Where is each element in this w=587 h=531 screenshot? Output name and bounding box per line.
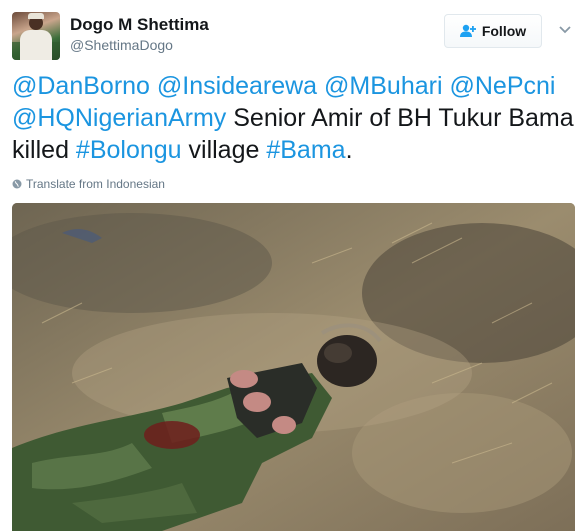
follow-button[interactable]: Follow	[444, 14, 542, 48]
tweet-text-segment	[317, 72, 324, 100]
tweet-header: Dogo M Shettima @ShettimaDogo Follow	[12, 12, 575, 60]
mention-link[interactable]: @DanBorno	[12, 72, 150, 100]
tweet-text: @DanBorno @Insidearewa @MBuhari @NePcni …	[12, 70, 577, 166]
user-handle[interactable]: @ShettimaDogo	[70, 37, 173, 53]
mention-link[interactable]: @NePcni	[449, 72, 555, 100]
tweet-photo[interactable]	[12, 203, 575, 531]
follow-label: Follow	[481, 23, 527, 39]
hashtag-link[interactable]: #Bolongu	[76, 136, 182, 164]
translate-label: Translate from Indonesian	[26, 177, 165, 191]
tweet-text-segment: .	[345, 136, 353, 164]
photo-image	[12, 203, 575, 531]
add-user-icon	[459, 24, 476, 37]
hashtag-link[interactable]: #Bama	[266, 136, 345, 164]
mention-link[interactable]: @MBuhari	[324, 72, 442, 100]
globe-icon	[12, 179, 22, 189]
tweet-text-segment	[150, 72, 157, 100]
mention-link[interactable]: @HQNigerianArmy	[12, 104, 226, 132]
chevron-down-icon[interactable]	[558, 22, 572, 36]
mention-link[interactable]: @Insidearewa	[157, 72, 317, 100]
translate-link[interactable]: Translate from Indonesian	[12, 177, 165, 191]
avatar[interactable]	[12, 12, 60, 60]
user-name[interactable]: Dogo M Shettima	[70, 15, 209, 35]
tweet-text-segment: village	[181, 136, 267, 164]
